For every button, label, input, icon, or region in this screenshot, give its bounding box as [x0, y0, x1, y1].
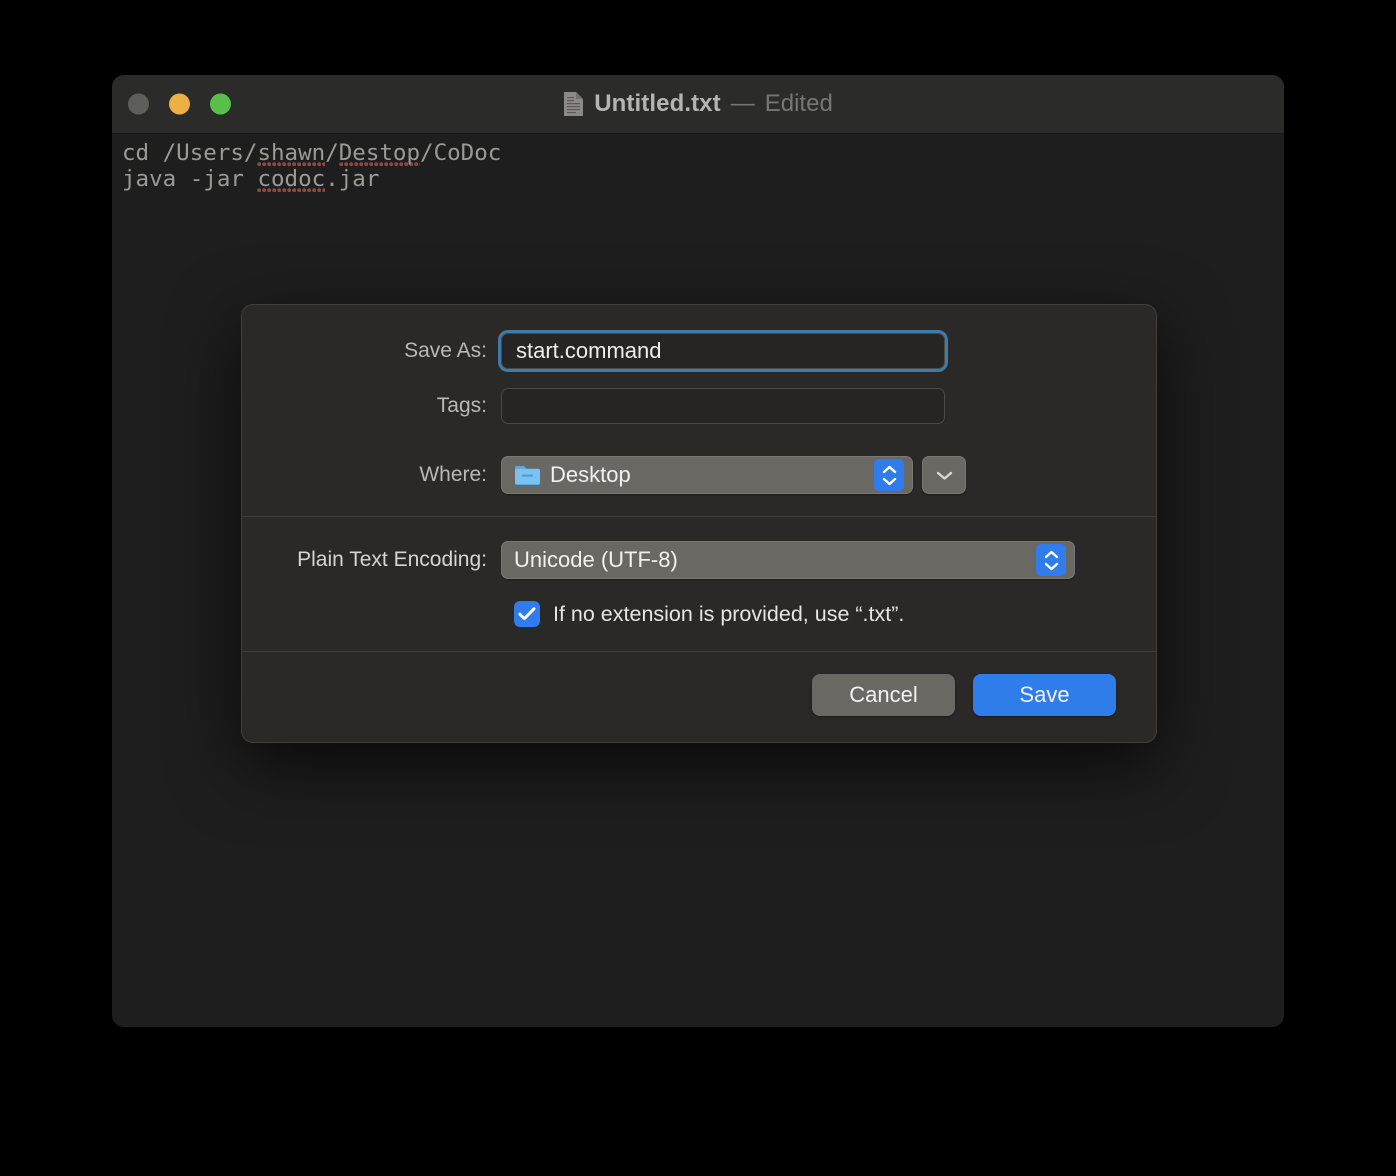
line1-text-post: /CoDoc [420, 140, 502, 166]
save-dialog-encoding-section: Plain Text Encoding: Unicode (UTF-8) If … [242, 517, 1156, 651]
encoding-popup-button[interactable]: Unicode (UTF-8) [501, 541, 1075, 579]
encoding-label: Plain Text Encoding: [297, 548, 487, 571]
line1-text-mid: / [325, 140, 339, 166]
encoding-value: Unicode (UTF-8) [514, 547, 678, 572]
window-title: Untitled.txt — Edited [112, 90, 1284, 118]
line2-text-pre: java -jar [122, 166, 258, 192]
where-row: Where: Desktop [242, 456, 1156, 494]
save-as-row: Save As: [242, 330, 1156, 372]
tags-input[interactable] [501, 388, 945, 424]
checkmark-icon [518, 607, 536, 621]
line1-misspelled-destop: Destop [338, 140, 421, 168]
save-dialog-actions: Cancel Save [242, 652, 1156, 742]
save-as-label: Save As: [404, 339, 487, 362]
save-button[interactable]: Save [973, 674, 1116, 716]
chevron-up-icon [882, 465, 896, 473]
line1-misspelled-shawn: shawn [257, 140, 326, 168]
line1-text-pre: cd /Users/ [122, 140, 258, 166]
where-stepper[interactable] [874, 459, 904, 491]
minimize-button[interactable] [169, 93, 190, 115]
where-expand-button[interactable] [922, 456, 966, 494]
extension-checkbox[interactable] [514, 601, 540, 627]
tags-row: Tags: [242, 388, 1156, 424]
line2-text-post: .jar [325, 166, 380, 192]
document-line-1: cd /Users/shawn/Destop/CoDoc [122, 140, 1284, 168]
window-title-separator: — [730, 90, 755, 117]
maximize-button[interactable] [210, 93, 231, 115]
extension-checkbox-row[interactable]: If no extension is provided, use “.txt”. [242, 601, 1156, 627]
where-value: Desktop [550, 462, 631, 487]
extension-checkbox-label: If no extension is provided, use “.txt”. [553, 601, 905, 626]
document-icon [564, 92, 584, 116]
traffic-light-group [128, 93, 231, 115]
close-button[interactable] [128, 93, 149, 115]
where-controls: Desktop [501, 456, 966, 494]
save-dialog: Save As: Tags: Where: Desktop [241, 304, 1157, 743]
chevron-down-icon [1044, 562, 1058, 570]
where-label: Where: [419, 463, 487, 486]
chevron-down-icon [936, 471, 952, 480]
folder-icon [515, 466, 540, 485]
save-dialog-top-section: Save As: Tags: Where: Desktop [242, 305, 1156, 516]
chevron-up-icon [1044, 550, 1058, 558]
textedit-window: Untitled.txt — Edited cd /Users/shawn/De… [112, 75, 1284, 1027]
encoding-row: Plain Text Encoding: Unicode (UTF-8) [242, 541, 1156, 579]
tags-label: Tags: [436, 394, 487, 417]
document-line-2: java -jar codoc.jar [122, 166, 1284, 194]
line2-misspelled-codoc: codoc [257, 166, 326, 194]
window-title-filename: Untitled.txt [594, 90, 721, 117]
encoding-stepper[interactable] [1036, 544, 1066, 576]
cancel-button[interactable]: Cancel [812, 674, 955, 716]
window-title-status: Edited [764, 90, 833, 117]
chevron-down-icon [882, 477, 896, 485]
save-as-input[interactable] [498, 330, 948, 372]
where-popup-button[interactable]: Desktop [501, 456, 913, 494]
window-titlebar: Untitled.txt — Edited [112, 75, 1284, 134]
